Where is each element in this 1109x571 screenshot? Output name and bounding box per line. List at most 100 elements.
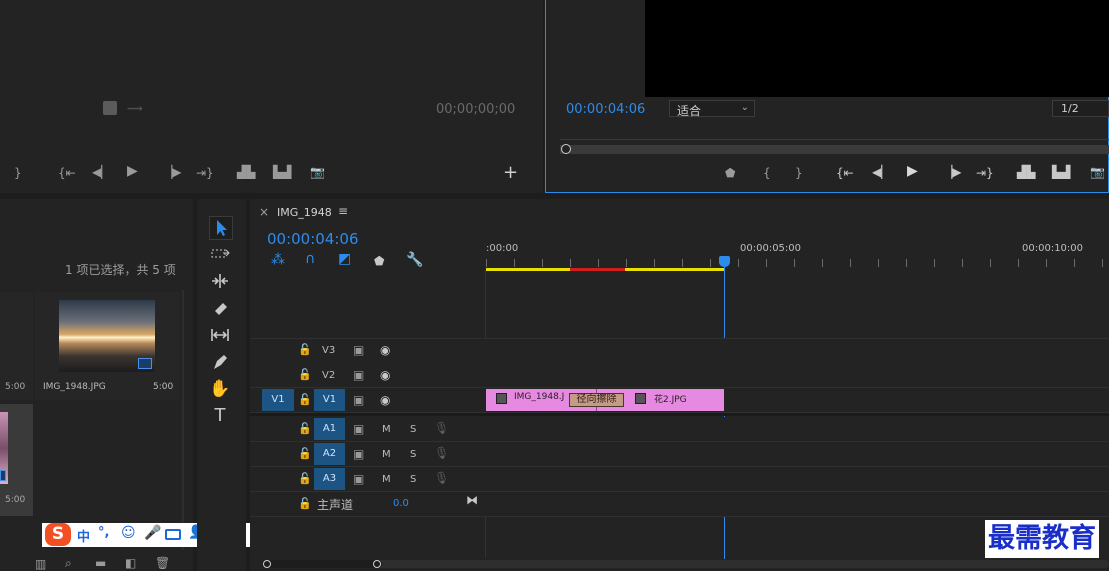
add-marker-icon[interactable]: ⬟ [725, 167, 735, 179]
mute-button[interactable]: M [382, 474, 391, 485]
project-item-1[interactable]: IMG_1948.JPG 5:00 [35, 292, 180, 400]
sync-lock-icon[interactable]: ▣ [353, 448, 364, 460]
mark-in-icon[interactable]: { [763, 167, 771, 179]
lock-icon[interactable]: 🔓 [298, 369, 312, 381]
drag-audio-only-icon[interactable]: ⟿ [127, 103, 143, 115]
extract-icon[interactable]: ▙▟ [1052, 166, 1070, 178]
track-a1[interactable] [250, 417, 1109, 442]
track-select-forward-tool-icon[interactable] [209, 243, 231, 265]
ime-lang-toggle[interactable]: 中 [77, 526, 90, 545]
selection-tool-icon[interactable] [209, 216, 233, 240]
step-forward-icon[interactable]: ▕▶ [163, 166, 181, 178]
lift-icon[interactable]: ▟▙ [1017, 166, 1035, 178]
voiceover-mic-icon[interactable]: 🎙 [434, 472, 449, 484]
mark-out-icon[interactable]: } [14, 167, 22, 179]
program-scrub-bar[interactable] [560, 145, 1109, 154]
voiceover-mic-icon[interactable]: 🎙 [434, 422, 449, 434]
step-forward-icon[interactable]: ▕▶ [943, 166, 961, 178]
add-button-icon[interactable]: + [503, 164, 518, 182]
type-tool-icon[interactable]: T [209, 405, 231, 427]
snap-magnet-icon[interactable]: ∩ [305, 252, 315, 266]
pen-tool-icon[interactable] [209, 351, 231, 373]
eye-icon[interactable]: ◉ [380, 344, 390, 356]
track-target-a2[interactable]: A2 [314, 443, 345, 465]
slip-tool-icon[interactable] [209, 324, 231, 346]
sogou-logo-icon[interactable]: S [45, 523, 71, 546]
razor-tool-icon[interactable] [209, 297, 231, 319]
sync-lock-icon[interactable]: ▣ [353, 423, 364, 435]
solo-button[interactable]: S [410, 449, 416, 460]
new-bin-icon[interactable]: ▬ [95, 557, 106, 569]
voiceover-mic-icon[interactable]: 🎙 [434, 447, 449, 459]
sync-lock-icon[interactable]: ▣ [353, 473, 364, 485]
timeline-scrollbar[interactable] [263, 560, 1109, 568]
lock-icon[interactable]: 🔓 [298, 423, 312, 435]
emoji-icon[interactable]: ☺ [121, 526, 136, 540]
track-v3[interactable] [250, 338, 1109, 364]
list-view-icon[interactable]: ▥ [35, 558, 46, 570]
overwrite-icon[interactable]: ▙▟ [273, 166, 291, 178]
source-timecode[interactable]: 00;00;00;00 [436, 102, 515, 117]
wrench-icon[interactable]: 🔧 [406, 253, 423, 267]
zoom-select[interactable]: 适合 ⌄ [669, 100, 755, 118]
sequence-tab-title[interactable]: IMG_1948 [277, 206, 332, 219]
lock-icon[interactable]: 🔓 [298, 498, 312, 510]
scroll-handle-left[interactable] [263, 560, 271, 568]
solo-button[interactable]: S [410, 424, 416, 435]
go-to-out-icon[interactable]: ⇥} [196, 167, 214, 179]
add-marker-icon[interactable]: ⬟ [374, 255, 384, 267]
eye-icon[interactable]: ◉ [380, 394, 390, 406]
solo-button[interactable]: S [410, 474, 416, 485]
project-scrollbar[interactable] [182, 290, 184, 550]
lock-icon[interactable]: 🔓 [298, 344, 312, 356]
drag-video-only-icon[interactable] [103, 101, 117, 115]
play-icon[interactable]: ▶ [907, 164, 918, 178]
program-timecode[interactable]: 00:00:04:06 [566, 102, 645, 117]
playhead-handle-icon[interactable] [561, 144, 571, 154]
lock-icon[interactable]: 🔓 [298, 448, 312, 460]
scroll-handle-right[interactable] [373, 560, 381, 568]
track-v2[interactable] [250, 363, 1109, 388]
keyboard-icon[interactable] [165, 529, 181, 540]
step-back-icon[interactable]: ◀▏ [92, 166, 110, 178]
trash-icon[interactable]: 🗑 [155, 557, 170, 569]
microphone-icon[interactable]: 🎤 [144, 526, 161, 540]
timeline-ruler[interactable]: :00:00 00:00:05:00 00:00:10:00 [486, 237, 1109, 271]
track-a3[interactable] [250, 467, 1109, 492]
track-target-a1[interactable]: A1 [314, 418, 345, 440]
linked-selection-icon[interactable]: ◩ [338, 252, 351, 266]
resolution-select[interactable]: 1/2 [1052, 100, 1109, 117]
track-target-v1[interactable]: V1 [314, 389, 345, 411]
search-icon[interactable]: ⌕ [65, 557, 72, 569]
source-patch-v1[interactable]: V1 [262, 389, 294, 411]
mark-out-icon[interactable]: } [795, 167, 803, 179]
sync-lock-icon[interactable]: ▣ [353, 369, 364, 381]
play-icon[interactable]: ▶ [127, 164, 138, 178]
nest-toggle-icon[interactable]: ⁂ [271, 253, 285, 267]
export-frame-icon[interactable]: 📷 [1090, 166, 1105, 178]
track-master[interactable] [250, 492, 1109, 517]
track-target-a3[interactable]: A3 [314, 468, 345, 490]
step-back-icon[interactable]: ◀▏ [872, 166, 890, 178]
ime-punct-toggle[interactable]: °, [98, 525, 109, 540]
program-ruler[interactable] [560, 128, 1109, 140]
lock-icon[interactable]: 🔓 [298, 473, 312, 485]
track-a2[interactable] [250, 442, 1109, 467]
new-item-icon[interactable]: ◧ [125, 557, 136, 569]
transition-radial-wipe[interactable]: 径向擦除 [569, 393, 624, 407]
insert-icon[interactable]: ▟▙ [237, 166, 255, 178]
mute-button[interactable]: M [382, 424, 391, 435]
sync-lock-icon[interactable]: ▣ [353, 344, 364, 356]
eye-icon[interactable]: ◉ [380, 369, 390, 381]
go-to-in-icon[interactable]: {⇤ [58, 167, 76, 179]
go-to-in-icon[interactable]: {⇤ [836, 167, 854, 179]
ripple-edit-tool-icon[interactable] [209, 270, 231, 292]
sync-lock-icon[interactable]: ▣ [353, 394, 364, 406]
hand-tool-icon[interactable]: ✋ [209, 378, 231, 400]
sequence-menu-icon[interactable]: ≡ [338, 204, 348, 218]
timeline-scroll-thumb[interactable] [263, 560, 382, 568]
master-volume-value[interactable]: 0.0 [393, 498, 409, 509]
lock-icon[interactable]: 🔓 [298, 394, 312, 406]
timeline-timecode[interactable]: 00:00:04:06 [267, 230, 359, 248]
close-sequence-button[interactable]: × [259, 205, 269, 219]
